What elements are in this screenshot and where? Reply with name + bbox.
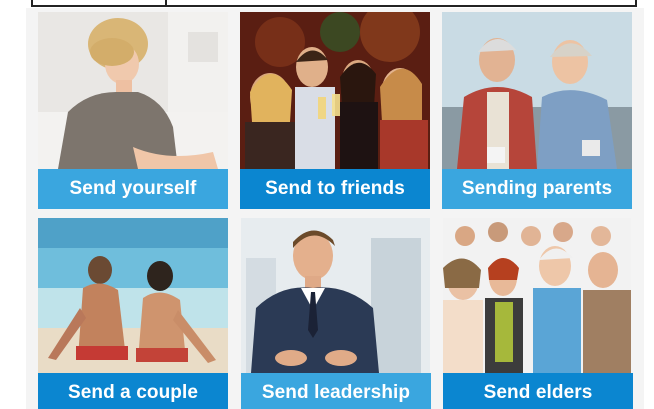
label-send-elders: Send elders xyxy=(443,373,633,409)
businessman-photo xyxy=(241,218,431,373)
label-send-yourself: Send yourself xyxy=(38,169,228,209)
friends-toasting-photo xyxy=(240,12,430,169)
label-sending-parents: Sending parents xyxy=(442,169,632,209)
elderly-couple-photo xyxy=(442,12,632,169)
woman-reading-photo xyxy=(38,12,228,169)
card-send-to-friends[interactable]: Send to friends xyxy=(240,12,430,209)
label-send-a-couple: Send a couple xyxy=(38,373,228,409)
couple-on-beach-photo xyxy=(38,218,228,373)
card-send-elders[interactable]: Send elders xyxy=(443,218,633,409)
card-send-leadership[interactable]: Send leadership xyxy=(241,218,431,409)
card-send-yourself[interactable]: Send yourself xyxy=(38,12,228,209)
card-send-a-couple[interactable]: Send a couple xyxy=(38,218,228,409)
label-send-leadership: Send leadership xyxy=(241,373,431,409)
table-edge xyxy=(31,0,637,7)
card-sending-parents[interactable]: Sending parents xyxy=(442,12,632,209)
label-send-to-friends: Send to friends xyxy=(240,169,430,209)
group-of-people-photo xyxy=(443,218,633,373)
